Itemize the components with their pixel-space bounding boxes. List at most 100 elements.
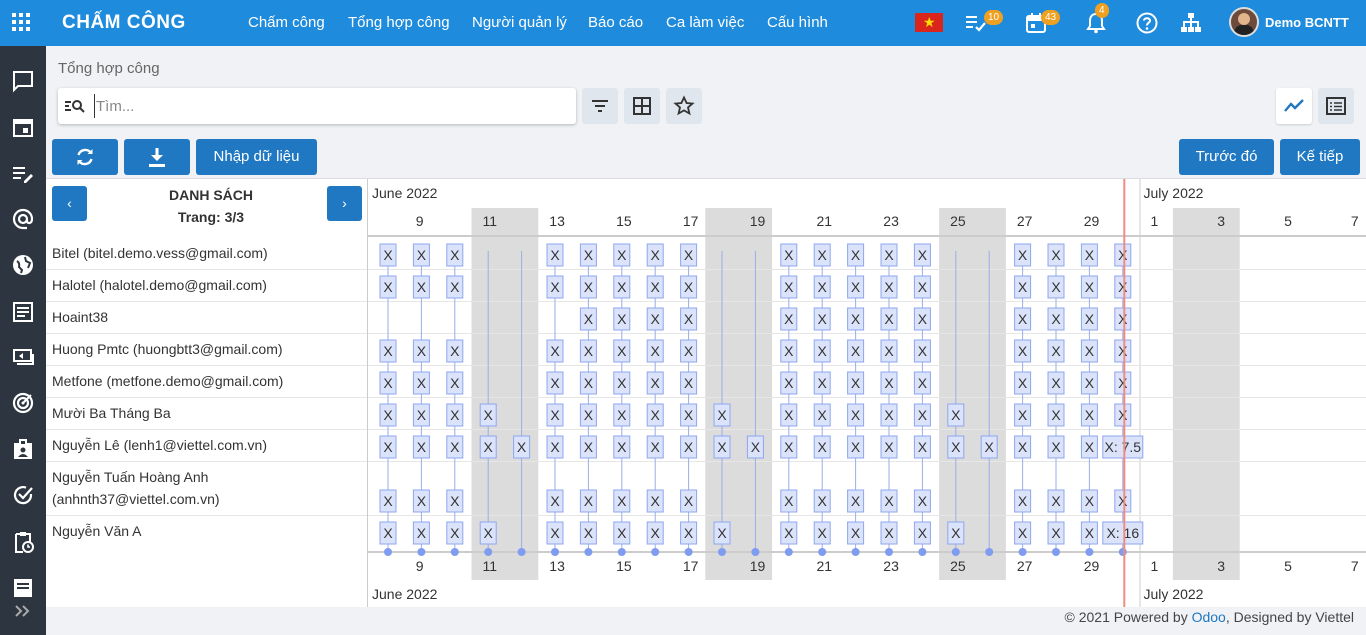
attendance-mark-label: X	[651, 493, 661, 509]
day-label: 5	[1284, 558, 1292, 574]
attendance-mark-label: X	[818, 343, 828, 359]
download-button[interactable]	[124, 139, 190, 175]
attendance-mark-label: X	[1018, 311, 1028, 327]
attendance-mark-label: X	[851, 525, 861, 541]
menu-ca-lam-viec[interactable]: Ca làm việc	[666, 14, 744, 31]
org-chart-icon[interactable]	[1179, 11, 1203, 35]
attendance-mark-label: X	[383, 525, 393, 541]
grid-icon	[633, 97, 651, 115]
refresh-button[interactable]	[52, 139, 118, 175]
employee-row-label[interactable]: Nguyễn Tuấn Hoàng Anh (anhnth37@viettel.…	[52, 466, 252, 510]
menu-cau-hinh[interactable]: Cấu hình	[767, 14, 828, 31]
user-name[interactable]: Demo BCNTT	[1265, 15, 1349, 30]
globe-icon[interactable]	[11, 253, 35, 277]
apps-grid-icon[interactable]	[12, 13, 32, 33]
employee-row-label[interactable]: Huong Pmtc (huongbtt3@gmail.com)	[52, 338, 362, 360]
next-button[interactable]: Kế tiếp	[1280, 139, 1360, 175]
attendance-mark-label: X	[651, 375, 661, 391]
expand-sidebar-icon[interactable]	[11, 601, 35, 621]
employee-row-label[interactable]: Mười Ba Tháng Ba	[52, 402, 362, 424]
check-circle-icon[interactable]	[11, 483, 35, 507]
breadcrumb[interactable]: Tổng hợp công	[58, 60, 160, 77]
list-title: DANH SÁCH	[169, 187, 253, 203]
day-dot	[885, 548, 893, 556]
footer-suffix: , Designed by Viettel	[1225, 609, 1354, 625]
day-label: 15	[616, 213, 632, 229]
employee-row-label[interactable]: Halotel (halotel.demo@gmail.com)	[52, 274, 362, 296]
search-input[interactable]	[94, 94, 564, 118]
import-data-button[interactable]: Nhập dữ liệu	[196, 139, 317, 175]
employee-row-label[interactable]: Hoaint38	[52, 306, 362, 328]
attendance-mark-label: X	[584, 343, 594, 359]
list-next-page-button[interactable]: ›	[327, 186, 362, 221]
help-icon[interactable]	[1135, 11, 1159, 35]
attendance-mark-label: X	[1051, 525, 1061, 541]
attendance-mark-label: X	[784, 375, 794, 391]
clipboard-clock-icon[interactable]	[11, 530, 35, 554]
app-brand[interactable]: CHẤM CÔNG	[62, 12, 186, 34]
list-icon[interactable]	[11, 576, 35, 600]
employee-row-label[interactable]: Metfone (metfone.demo@gmail.com)	[52, 370, 362, 392]
previous-button[interactable]: Trước đó	[1179, 139, 1274, 175]
day-label: 17	[683, 558, 699, 574]
list-prev-page-button[interactable]: ‹	[52, 186, 87, 221]
attendance-mark-label: X	[651, 279, 661, 295]
attendance-mark-label: X	[484, 439, 494, 455]
attendance-mark-label: X	[951, 407, 961, 423]
menu-bao-cao[interactable]: Báo cáo	[588, 14, 643, 31]
day-connector	[955, 251, 957, 551]
attendance-mark-label: X	[784, 439, 794, 455]
at-sign-icon[interactable]	[11, 207, 35, 231]
attendance-mark-label: X	[1085, 279, 1095, 295]
day-label: 1	[1151, 213, 1159, 229]
document-icon[interactable]	[11, 300, 35, 324]
day-label: 11	[483, 213, 498, 229]
notes-icon[interactable]	[11, 162, 35, 186]
odoo-link[interactable]: Odoo	[1192, 609, 1226, 625]
attendance-mark-label: X	[383, 407, 393, 423]
attendance-mark-label: X	[450, 439, 460, 455]
attendance-mark-label: X	[1051, 407, 1061, 423]
attendance-mark-label: X	[1051, 279, 1061, 295]
graph-view-button[interactable]	[1276, 88, 1312, 124]
menu-cham-cong[interactable]: Chấm công	[248, 14, 325, 31]
day-connector	[487, 251, 489, 551]
favorites-button[interactable]	[666, 88, 702, 124]
groupby-button[interactable]	[624, 88, 660, 124]
attendance-mark-label: X	[383, 493, 393, 509]
payment-icon[interactable]	[11, 346, 35, 370]
attendance-mark-label: X	[818, 439, 828, 455]
employee-list-pane: ‹ DANH SÁCH Trang: 3/3 › Bitel (bitel.de…	[46, 179, 368, 607]
avatar[interactable]	[1229, 7, 1259, 37]
attendance-mark-label: X	[1085, 375, 1095, 391]
employee-row-label[interactable]: Bitel (bitel.demo.vess@gmail.com)	[52, 242, 362, 264]
list-view-button[interactable]	[1318, 88, 1354, 124]
menu-nguoi-quan-ly[interactable]: Người quản lý	[472, 14, 567, 31]
search-options-icon[interactable]	[65, 97, 87, 115]
attendance-mark-label: X	[751, 439, 761, 455]
attendance-mark-label: X	[651, 439, 661, 455]
month-label: June 2022	[372, 185, 438, 201]
attendance-mark-label: X	[1051, 343, 1061, 359]
attendance-mark-label: X	[951, 525, 961, 541]
employee-row-label[interactable]: Nguyễn Văn A	[52, 520, 362, 542]
filter-button[interactable]	[582, 88, 618, 124]
attendance-mark-label: X	[651, 311, 661, 327]
today-line	[1123, 179, 1126, 607]
attendance-mark-label: X	[684, 493, 694, 509]
day-dot	[784, 548, 793, 556]
employee-row-label[interactable]: Nguyễn Lê (lenh1@viettel.com.vn)	[52, 434, 362, 456]
day-dot	[751, 548, 760, 556]
day-dot	[684, 548, 693, 556]
radar-icon[interactable]	[11, 391, 35, 415]
chat-icon[interactable]	[11, 69, 35, 93]
attendance-mark-label: X	[450, 407, 460, 423]
day-label: 15	[616, 558, 632, 574]
vietnam-flag-icon[interactable]: ★	[915, 13, 943, 32]
menu-tong-hop-cong[interactable]: Tổng hợp công	[348, 14, 450, 31]
day-label: 25	[950, 213, 966, 229]
day-label: 7	[1351, 213, 1359, 229]
badge-icon[interactable]	[11, 438, 35, 462]
day-label: 11	[483, 558, 498, 574]
calendar-icon[interactable]	[11, 115, 35, 139]
